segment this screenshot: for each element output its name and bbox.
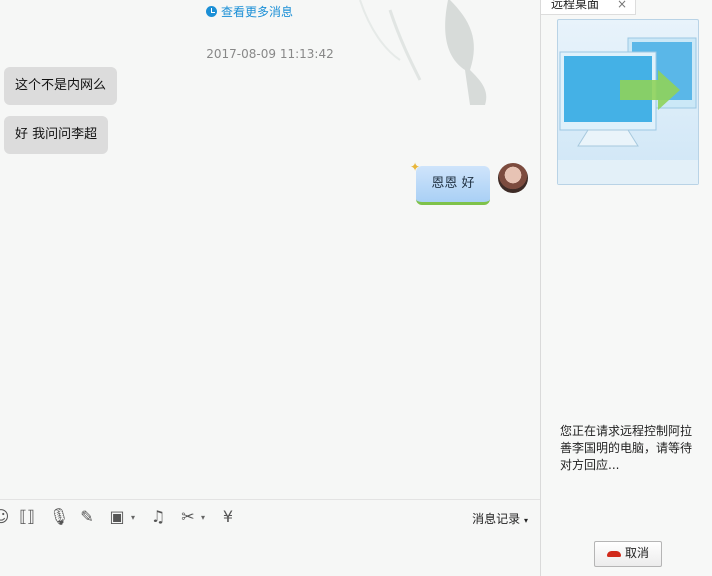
message-timestamp: 2017-08-09 11:13:42 (206, 47, 334, 61)
pen-icon[interactable]: ✎ (78, 508, 96, 526)
music-icon[interactable]: ♫ (149, 508, 167, 526)
image-dropdown-icon[interactable]: ▾ (131, 513, 135, 522)
cancel-label: 取消 (624, 546, 649, 560)
input-toolbar: ☺ ⟦⟧ 🎙 ✎ ▣ ▾ ♫ ✂ ▾ ¥ 消息记录 ▾ (0, 499, 540, 536)
incoming-message[interactable]: 这个不是内网么 (4, 67, 118, 105)
view-more-label: 查看更多消息 (221, 5, 294, 19)
close-icon[interactable]: × (617, 0, 627, 10)
outgoing-message[interactable]: 恩恩 好 (416, 166, 490, 205)
incoming-message[interactable]: 好 我问问李超 (4, 116, 109, 154)
chevron-down-icon: ▾ (523, 516, 528, 525)
message-history-label: 消息记录 (472, 512, 521, 526)
microphone-icon[interactable]: 🎙 (49, 508, 69, 526)
chat-panel: 查看更多消息 2017-08-09 11:13:42 这个不是内网么 好 我问问… (0, 0, 540, 576)
status-message: 您正在请求远程控制阿拉善李国明的电脑，请等待对方回应... (560, 424, 693, 472)
image-icon[interactable]: ▣ (108, 508, 126, 526)
tab-label: 远程桌面 (551, 0, 600, 11)
remote-desktop-panel: 远程桌面 × 您正在请求远程控制阿拉善李国明的电脑，请等待对方回应... 取消 (540, 0, 712, 576)
red-packet-icon[interactable]: ¥ (219, 508, 237, 526)
avatar[interactable] (498, 163, 528, 193)
background-illustration (359, 0, 487, 105)
clock-icon (206, 6, 217, 17)
message-history-button[interactable]: 消息记录 ▾ (472, 510, 528, 527)
hang-up-icon (606, 550, 621, 557)
shake-window-icon[interactable]: ⟦⟧ (18, 508, 36, 526)
monitors-icon (558, 37, 698, 184)
remote-desktop-illustration (557, 19, 699, 185)
emoji-icon[interactable]: ☺ (0, 508, 10, 526)
cancel-button[interactable]: 取消 (594, 541, 662, 567)
screenshot-scissors-icon[interactable]: ✂ (179, 508, 197, 526)
screenshot-dropdown-icon[interactable]: ▾ (201, 513, 205, 522)
view-more-messages-link[interactable]: 查看更多消息 (206, 3, 293, 20)
tab-remote-desktop[interactable]: 远程桌面 × (541, 0, 636, 15)
